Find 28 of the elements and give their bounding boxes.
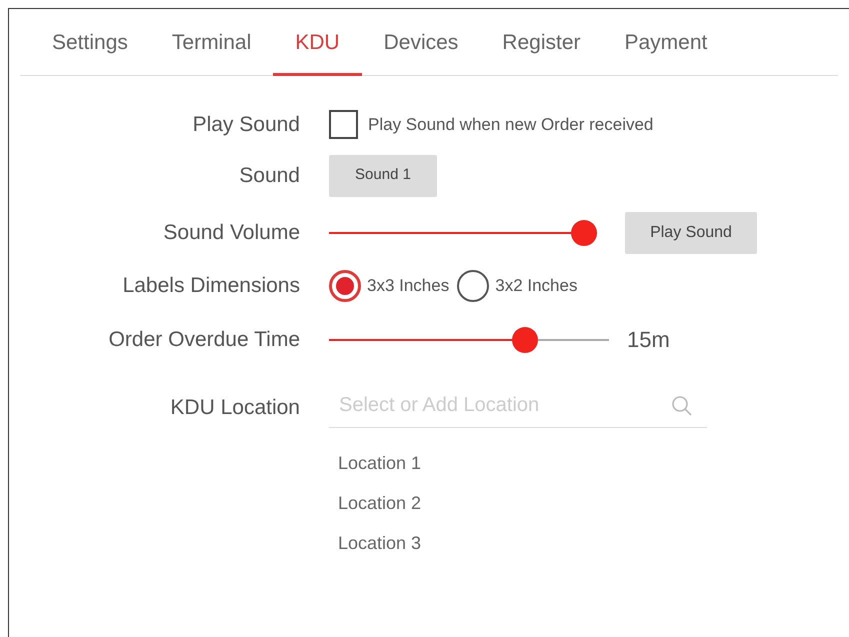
- tab[interactable]: Terminal: [150, 27, 274, 76]
- field-label: Order Overdue Time: [108, 326, 300, 353]
- tab[interactable]: Payment: [602, 27, 730, 76]
- radio-label: 3x3 Inches: [367, 274, 450, 297]
- tab[interactable]: Register: [480, 27, 602, 76]
- location-option[interactable]: Location 3: [329, 524, 707, 564]
- checkbox[interactable]: [329, 110, 358, 139]
- location-option[interactable]: Location 1: [329, 444, 707, 484]
- field-label: KDU Location: [169, 394, 300, 420]
- field-label: Sound: [238, 162, 300, 189]
- tab[interactable]: Devices: [362, 27, 480, 76]
- radio-label: 3x2 Inches: [495, 274, 578, 297]
- slider[interactable]: [329, 326, 609, 352]
- radio-button[interactable]: [329, 270, 361, 302]
- slider-thumb[interactable]: [571, 220, 597, 246]
- field-label: Labels Dimensions: [122, 272, 300, 299]
- slider-value: 15m: [627, 326, 670, 354]
- radio-button[interactable]: [457, 270, 490, 302]
- sound-button[interactable]: Sound 1: [329, 154, 437, 196]
- slider[interactable]: [329, 220, 597, 246]
- tab[interactable]: KDU: [273, 27, 362, 76]
- slider-thumb[interactable]: [512, 326, 538, 352]
- location-option[interactable]: Location 2: [329, 484, 707, 524]
- field-label: Play Sound: [192, 112, 300, 138]
- play-sound-button[interactable]: Play Sound: [625, 212, 757, 254]
- tab[interactable]: Settings: [30, 27, 150, 76]
- field-label: Sound Volume: [162, 220, 300, 246]
- checkbox-label: Play Sound when new Order received: [368, 114, 654, 136]
